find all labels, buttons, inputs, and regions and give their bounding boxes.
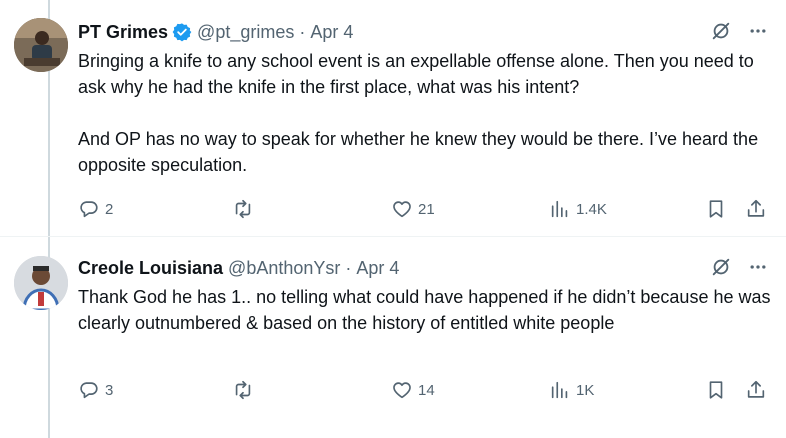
bookmark-button[interactable] xyxy=(705,198,727,220)
retweet-icon xyxy=(235,380,251,400)
retweet-button[interactable] xyxy=(232,198,259,220)
reply-count: 2 xyxy=(105,200,114,218)
reply-icon xyxy=(80,382,98,399)
separator-dot: · xyxy=(345,257,352,278)
reply-button[interactable]: 3 xyxy=(78,379,113,401)
tweet[interactable]: Creole Louisiana @bAnthonYsr · Apr 4 Tha… xyxy=(0,238,786,438)
avatar[interactable] xyxy=(14,256,68,310)
grok-icon[interactable] xyxy=(710,20,732,47)
display-name[interactable]: Creole Louisiana xyxy=(78,258,223,279)
tweet-header: Creole Louisiana @bAnthonYsr · Apr 4 xyxy=(78,256,399,280)
tweet-top-icons xyxy=(710,256,768,283)
share-button[interactable] xyxy=(745,198,767,220)
display-name[interactable]: PT Grimes xyxy=(78,22,168,43)
retweet-icon xyxy=(235,199,251,219)
bookmark-icon xyxy=(709,381,723,399)
bookmark-button[interactable] xyxy=(705,379,727,401)
views-icon xyxy=(551,381,568,399)
tweet-header: PT Grimes @pt_grimes · Apr 4 xyxy=(78,20,353,44)
views-button[interactable]: 1.4K xyxy=(549,198,607,220)
views-button[interactable]: 1K xyxy=(549,379,594,401)
tweet-date[interactable]: Apr 4 xyxy=(310,22,353,43)
reply-count: 3 xyxy=(105,381,114,399)
like-button[interactable]: 14 xyxy=(391,379,435,401)
like-icon xyxy=(393,201,411,218)
separator-dot: · xyxy=(299,21,306,42)
like-icon xyxy=(393,382,411,399)
share-icon xyxy=(747,380,765,398)
user-handle[interactable]: @pt_grimes xyxy=(197,22,294,43)
tweet-top-icons xyxy=(710,20,768,47)
views-icon xyxy=(551,200,568,218)
share-icon xyxy=(747,199,765,217)
like-button[interactable]: 21 xyxy=(391,198,435,220)
grok-icon[interactable] xyxy=(710,256,732,283)
verified-badge-icon xyxy=(172,22,192,42)
like-count: 21 xyxy=(418,200,435,218)
reply-icon xyxy=(80,201,98,218)
view-count: 1K xyxy=(576,381,595,399)
tweet[interactable]: PT Grimes @pt_grimes · Apr 4 Bringing a … xyxy=(0,0,786,237)
tweet-actions: 2 21 1.4K xyxy=(78,198,778,222)
bookmark-icon xyxy=(709,200,723,218)
tweet-text: Bringing a knife to any school event is … xyxy=(78,51,759,175)
tweet-actions: 3 14 1K xyxy=(78,379,778,403)
share-button[interactable] xyxy=(745,379,767,401)
more-icon[interactable] xyxy=(748,257,768,282)
tweet-date[interactable]: Apr 4 xyxy=(356,258,399,279)
like-count: 14 xyxy=(418,381,435,399)
reply-button[interactable]: 2 xyxy=(78,198,113,220)
avatar[interactable] xyxy=(14,18,68,72)
tweet-text: Thank God he has 1.. no telling what cou… xyxy=(78,287,776,333)
retweet-button[interactable] xyxy=(232,379,259,401)
user-handle[interactable]: @bAnthonYsr xyxy=(228,258,340,279)
more-icon[interactable] xyxy=(748,21,768,46)
view-count: 1.4K xyxy=(576,200,607,218)
